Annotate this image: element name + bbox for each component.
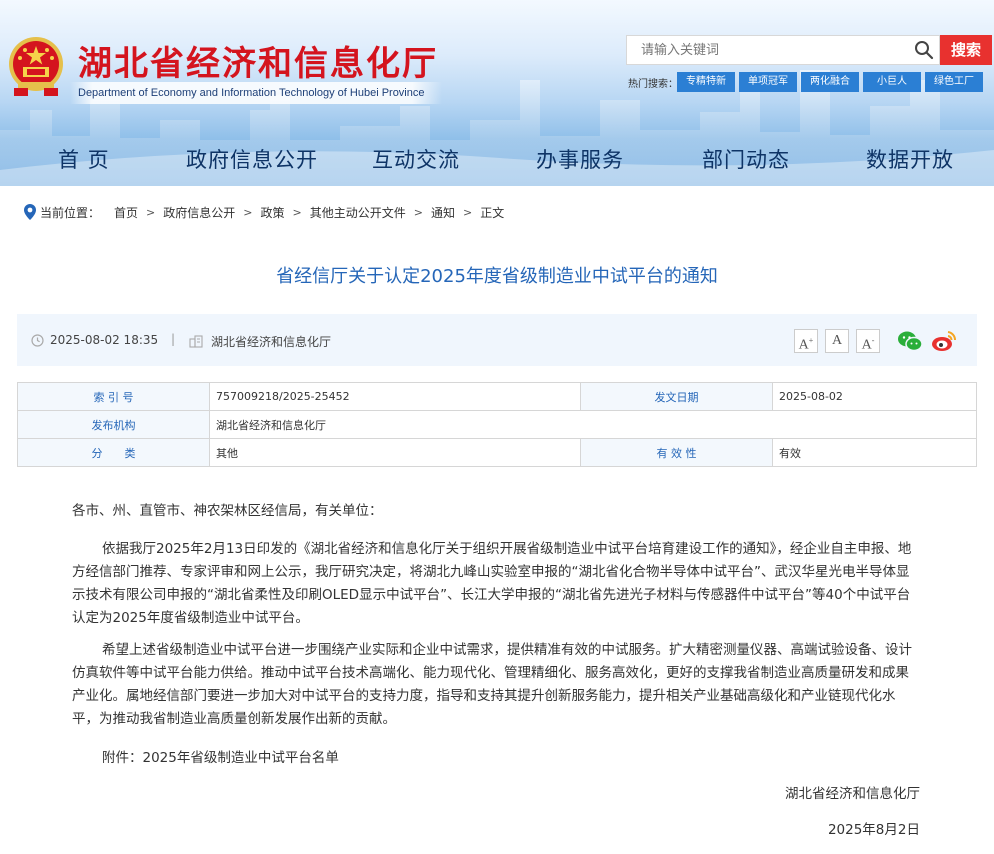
search-input[interactable] bbox=[627, 36, 909, 64]
breadcrumb-item[interactable]: 其他主动公开文件 bbox=[310, 204, 406, 221]
hot-tag-link[interactable]: 单项冠军 bbox=[739, 72, 797, 92]
meta-divider: | bbox=[171, 332, 176, 346]
national-emblem-icon bbox=[9, 37, 63, 96]
article-source: 湖北省经济和信息化厅 bbox=[189, 333, 331, 350]
breadcrumb-label: 当前位置： bbox=[40, 205, 101, 220]
nav-item-services[interactable]: 办事服务 bbox=[536, 144, 624, 174]
category-label: 分 类 bbox=[17, 438, 210, 467]
validity-value: 有效 bbox=[772, 438, 977, 467]
font-size-large-button[interactable]: A+ bbox=[794, 329, 818, 353]
breadcrumb-item[interactable]: 政府信息公开 bbox=[163, 204, 235, 221]
wechat-share-icon[interactable] bbox=[897, 328, 923, 354]
signature-date: 2025年8月2日 bbox=[827, 822, 920, 838]
table-row: 发布机构 湖北省经济和信息化厅 bbox=[17, 410, 977, 439]
search-icon[interactable] bbox=[909, 36, 939, 64]
nav-item-open-data[interactable]: 数据开放 bbox=[866, 144, 954, 174]
site-subtitle: Department of Economy and Information Te… bbox=[70, 82, 442, 104]
weibo-share-icon[interactable] bbox=[931, 328, 957, 354]
article-meta-bar: 2025-08-02 18:35 | 湖北省经济和信息化厅 A+ A A- bbox=[17, 314, 977, 366]
font-size-small-label: A bbox=[861, 337, 872, 353]
location-pin-icon bbox=[24, 204, 36, 220]
building-icon bbox=[189, 335, 203, 348]
hot-tag-link[interactable]: 绿色工厂 bbox=[925, 72, 983, 92]
article-source-text: 湖北省经济和信息化厅 bbox=[211, 335, 332, 349]
attachment-paragraph[interactable]: 附件：2025年省级制造业中试平台名单 bbox=[72, 747, 922, 770]
org-label: 发布机构 bbox=[17, 410, 210, 439]
index-label: 索 引 号 bbox=[17, 382, 210, 411]
index-value: 757009218/2025-25452 bbox=[209, 382, 581, 411]
search-button[interactable]: 搜索 bbox=[940, 35, 992, 65]
breadcrumb-separator: > bbox=[146, 205, 156, 219]
body-paragraph: 希望上述省级制造业中试平台进一步围绕产业实际和企业中试需求，提供精准有效的中试服… bbox=[72, 642, 912, 727]
document-info-table: 索 引 号 757009218/2025-25452 发文日期 2025-08-… bbox=[17, 382, 977, 467]
signature-org: 湖北省经济和信息化厅 bbox=[785, 786, 920, 802]
breadcrumb-separator: > bbox=[243, 205, 253, 219]
plus-icon: + bbox=[808, 336, 814, 345]
nav-item-interaction[interactable]: 互动交流 bbox=[372, 144, 460, 174]
hot-search-label: 热门搜索： bbox=[628, 79, 678, 90]
font-size-small-button[interactable]: A- bbox=[856, 329, 880, 353]
nav-item-news[interactable]: 部门动态 bbox=[702, 144, 790, 174]
hot-tag-link[interactable]: 小巨人 bbox=[863, 72, 921, 92]
font-size-medium-button[interactable]: A bbox=[825, 329, 849, 353]
greeting-paragraph: 各市、州、直管市、神农架林区经信局，有关单位： bbox=[72, 503, 383, 519]
hot-tag-link[interactable]: 专精特新 bbox=[677, 72, 735, 92]
nav-item-gov-info[interactable]: 政府信息公开 bbox=[186, 144, 318, 174]
hot-tag-link[interactable]: 两化融合 bbox=[801, 72, 859, 92]
publish-date: 2025-08-02 18:35 bbox=[31, 333, 158, 347]
breadcrumb: 当前位置： 首页 > 政府信息公开 > 政策 > 其他主动公开文件 > 通知 >… bbox=[24, 202, 504, 222]
breadcrumb-separator: > bbox=[413, 205, 423, 219]
breadcrumb-item-current: 正文 bbox=[480, 205, 505, 220]
table-row: 分 类 其他 有 效 性 有效 bbox=[17, 438, 977, 467]
breadcrumb-separator: > bbox=[292, 205, 302, 219]
publish-date-text: 2025-08-02 18:35 bbox=[50, 333, 159, 347]
hot-search-tags: 专精特新 单项冠军 两化融合 小巨人 绿色工厂 bbox=[677, 72, 983, 92]
org-value: 湖北省经济和信息化厅 bbox=[209, 410, 977, 439]
body-paragraph: 依据我厅2025年2月13日印发的《湖北省经济和信息化厅关于组织开展省级制造业中… bbox=[72, 541, 912, 626]
article-title: 省经信厅关于认定2025年度省级制造业中试平台的通知 bbox=[276, 266, 718, 287]
breadcrumb-item[interactable]: 政策 bbox=[260, 204, 284, 221]
site-title[interactable]: 湖北省经济和信息化厅 bbox=[78, 36, 438, 85]
category-value: 其他 bbox=[209, 438, 581, 467]
date-label: 发文日期 bbox=[580, 382, 773, 411]
main-nav: 首 页 政府信息公开 互动交流 办事服务 部门动态 数据开放 bbox=[0, 140, 994, 180]
search-box bbox=[626, 35, 940, 65]
minus-icon: - bbox=[871, 336, 875, 345]
validity-label: 有 效 性 bbox=[580, 438, 773, 467]
nav-item-home[interactable]: 首 页 bbox=[58, 144, 110, 174]
breadcrumb-item[interactable]: 通知 bbox=[431, 204, 455, 221]
table-row: 索 引 号 757009218/2025-25452 发文日期 2025-08-… bbox=[17, 382, 977, 411]
date-value: 2025-08-02 bbox=[772, 382, 977, 411]
site-header: 湖北省经济和信息化厅 Department of Economy and Inf… bbox=[0, 0, 994, 186]
clock-icon bbox=[31, 333, 44, 347]
font-size-large-label: A bbox=[798, 337, 809, 353]
breadcrumb-separator: > bbox=[462, 205, 473, 219]
breadcrumb-item[interactable]: 首页 bbox=[114, 204, 138, 221]
